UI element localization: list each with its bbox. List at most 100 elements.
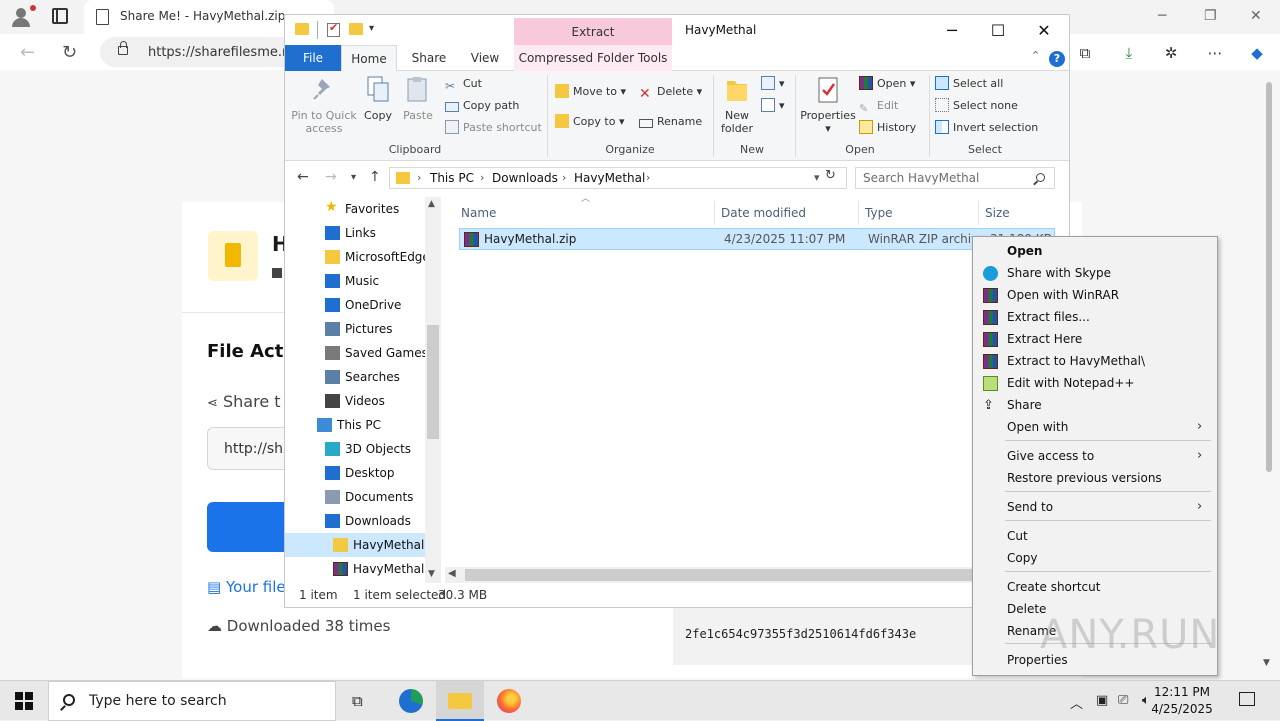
nav-item[interactable]: OneDrive <box>285 293 425 317</box>
paste-shortcut-button[interactable]: Paste shortcut <box>445 119 542 137</box>
scroll-down-arrow-icon[interactable]: ▼ <box>428 569 435 579</box>
column-date-modified[interactable]: Date modified <box>719 201 859 225</box>
properties-button[interactable]: Properties ▾ <box>799 75 857 135</box>
context-menu-item-open-with[interactable]: Open with › <box>975 417 1215 439</box>
refresh-icon[interactable]: ↻ <box>825 168 836 183</box>
context-menu-item-share-with-skype[interactable]: Share with Skype <box>975 263 1215 285</box>
explorer-address-bar[interactable]: › This PC › Downloads › HavyMethal › ▾ <box>389 167 847 189</box>
nav-item[interactable]: Videos <box>285 389 425 413</box>
column-type[interactable]: Type <box>863 201 979 225</box>
open-button[interactable]: Open ▾ <box>859 75 915 93</box>
context-menu-item-share[interactable]: ⇪ Share <box>975 395 1215 417</box>
collapse-ribbon-icon[interactable]: ⌃ <box>1031 49 1040 62</box>
tab-compressed-folder-tools[interactable]: Compressed Folder Tools <box>514 45 672 71</box>
recent-locations-icon[interactable]: ▾ <box>351 172 356 183</box>
address-history-dropdown-icon[interactable]: ▾ <box>814 171 820 184</box>
tab-share[interactable]: Share <box>401 45 457 71</box>
downloads-icon[interactable]: ⤓ <box>1120 44 1138 62</box>
nav-item[interactable]: 3D Objects <box>285 437 425 461</box>
copy-to-button[interactable]: Copy to ▾ <box>555 113 624 131</box>
edge-taskbar-icon[interactable] <box>387 681 435 721</box>
tab-actions-icon[interactable] <box>52 8 68 24</box>
back-arrow-icon[interactable]: ← <box>20 42 35 63</box>
file-list-hscrollbar[interactable]: ◀ <box>445 567 975 583</box>
scroll-up-arrow-icon[interactable]: ▲ <box>428 199 435 209</box>
invert-selection-button[interactable]: Invert selection <box>935 119 1038 137</box>
pin-quick-access-button[interactable]: Pin to Quick access <box>289 75 359 135</box>
breadcrumb-havymethal[interactable]: HavyMethal <box>574 171 645 185</box>
refresh-icon[interactable]: ↻ <box>62 42 77 63</box>
context-menu-item-extract-to-folder[interactable]: Extract to HavyMethal\ <box>975 351 1215 373</box>
delete-button[interactable]: ✕ Delete ▾ <box>639 83 702 102</box>
properties-quick-icon[interactable] <box>327 21 340 37</box>
context-menu-item-cut[interactable]: Cut <box>975 526 1215 548</box>
context-menu-item-edit-with-notepadpp[interactable]: Edit with Notepad++ <box>975 373 1215 395</box>
split-screen-icon[interactable]: ⧉ <box>1076 44 1094 62</box>
nav-item[interactable]: Documents <box>285 485 425 509</box>
context-menu-item-open-with-winrar[interactable]: Open with WinRAR <box>975 285 1215 307</box>
tray-device-icon[interactable]: ▣ <box>1096 693 1108 708</box>
explorer-back-icon[interactable]: ← <box>297 169 309 185</box>
nav-item[interactable]: Searches <box>285 365 425 389</box>
show-hidden-icons-icon[interactable]: ︿ <box>1070 693 1083 712</box>
copilot-icon[interactable]: ◆ <box>1248 44 1266 62</box>
nav-item[interactable]: Desktop <box>285 461 425 485</box>
select-none-button[interactable]: Select none <box>935 97 1018 115</box>
context-menu-item-restore-previous-versions[interactable]: Restore previous versions <box>975 468 1215 490</box>
breadcrumb-downloads[interactable]: Downloads <box>492 171 558 185</box>
network-icon[interactable]: ⎚ <box>1118 693 1128 708</box>
more-menu-icon[interactable]: ⋯ <box>1206 44 1224 62</box>
cut-button[interactable]: ✂ Cut <box>445 75 482 93</box>
customize-quick-access-icon[interactable]: ▾ <box>369 23 374 34</box>
copy-path-button[interactable]: Copy path <box>445 97 519 115</box>
taskbar-clock[interactable]: 12:11 PM 4/25/2025 <box>1142 684 1222 718</box>
context-menu-item-give-access-to[interactable]: Give access to › <box>975 446 1215 468</box>
file-explorer-taskbar-icon[interactable] <box>436 681 484 721</box>
nav-item[interactable]: Music <box>285 269 425 293</box>
context-menu-item-extract-files[interactable]: Extract files... <box>975 307 1215 329</box>
help-icon[interactable]: ? <box>1049 51 1065 67</box>
new-folder-quick-icon[interactable] <box>349 23 363 35</box>
explorer-close-button[interactable]: ✕ <box>1021 19 1067 43</box>
page-scrollbar[interactable]: ▼ <box>1262 78 1274 674</box>
firefox-taskbar-icon[interactable] <box>485 681 533 721</box>
breadcrumb-this-pc[interactable]: This PC <box>430 171 474 185</box>
explorer-maximize-button[interactable]: ☐ <box>975 19 1021 43</box>
taskbar-search-box[interactable]: Type here to search <box>48 681 336 721</box>
browser-minimize-button[interactable]: ─ <box>1158 8 1166 24</box>
scroll-left-arrow-icon[interactable]: ◀ <box>448 568 456 579</box>
nav-item[interactable]: Downloads <box>285 509 425 533</box>
context-menu-item-send-to[interactable]: Send to › <box>975 497 1215 519</box>
browser-close-button[interactable]: ✕ <box>1250 8 1262 24</box>
paste-button[interactable]: Paste <box>401 75 435 122</box>
easy-access-button[interactable]: ▾ <box>761 97 785 115</box>
move-to-button[interactable]: Move to ▾ <box>555 83 626 101</box>
explorer-minimize-button[interactable]: ─ <box>929 19 975 43</box>
context-menu-item-copy[interactable]: Copy <box>975 548 1215 570</box>
nav-item[interactable]: HavyMethal.z <box>285 557 434 581</box>
explorer-search-input[interactable]: Search HavyMethal <box>855 167 1055 189</box>
file-row[interactable]: HavyMethal.zip 4/23/2025 11:07 PM WinRAR… <box>459 228 1055 250</box>
context-menu-item-open[interactable]: Open <box>975 241 1215 263</box>
column-size[interactable]: Size <box>983 201 1055 225</box>
rename-button[interactable]: Rename <box>639 113 702 131</box>
nav-item[interactable]: Saved Games <box>285 341 428 365</box>
select-all-button[interactable]: Select all <box>935 75 1003 93</box>
nav-item[interactable]: Links <box>285 221 425 245</box>
extensions-icon[interactable]: ✲ <box>1162 44 1180 62</box>
notifications-icon[interactable] <box>1239 692 1255 706</box>
edit-button[interactable]: ✎ Edit <box>859 97 898 115</box>
nav-scrollbar[interactable]: ▲ ▼ <box>425 197 441 583</box>
column-name[interactable]: Name <box>459 201 715 225</box>
nav-item[interactable]: This PC <box>285 413 425 437</box>
tab-home[interactable]: Home <box>341 45 397 71</box>
nav-item[interactable]: ★ Favorites <box>285 197 425 221</box>
tab-view[interactable]: View <box>457 45 513 71</box>
nav-item[interactable]: MicrosoftEdge <box>285 245 430 269</box>
nav-item[interactable]: HavyMethal <box>285 533 425 557</box>
extract-context-tab[interactable]: Extract <box>514 18 672 46</box>
history-button[interactable]: History <box>859 119 916 137</box>
context-menu-item-extract-here[interactable]: Extract Here <box>975 329 1215 351</box>
new-folder-button[interactable]: New folder <box>715 75 759 135</box>
nav-item[interactable]: Pictures <box>285 317 425 341</box>
